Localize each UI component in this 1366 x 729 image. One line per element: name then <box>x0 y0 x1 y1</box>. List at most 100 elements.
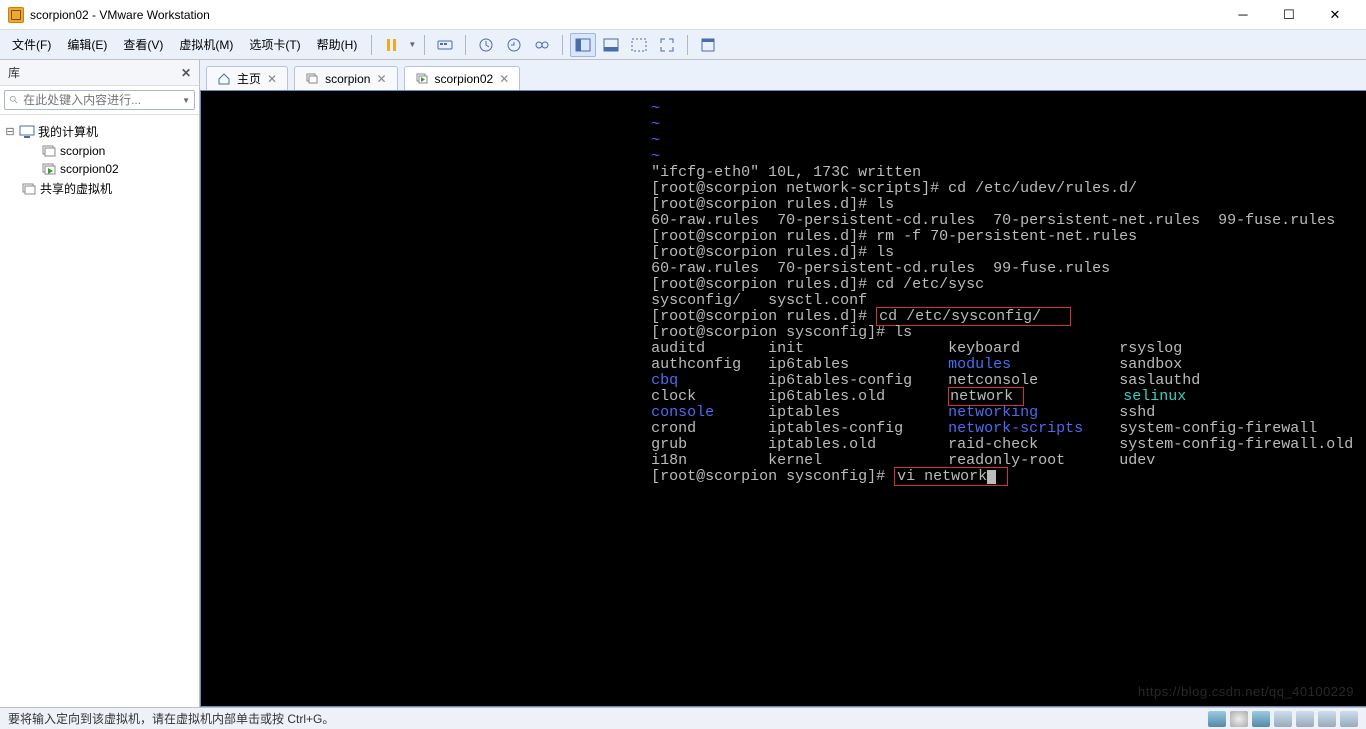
ls-entry: sandbox <box>1119 356 1182 373</box>
ls-entry: init <box>768 340 804 357</box>
message-log-icon[interactable] <box>1340 711 1358 727</box>
term-cmd: cd /etc/sysconfig/ <box>879 308 1041 325</box>
ls-entry: authconfig <box>651 356 741 373</box>
ls-entry: i18n <box>651 452 687 469</box>
tree-node-vm-scorpion02[interactable]: scorpion02 <box>4 160 195 178</box>
shared-icon <box>21 182 37 196</box>
search-box[interactable]: ▼ <box>4 90 195 110</box>
unity-button[interactable] <box>695 33 721 57</box>
view-thumbnail-button[interactable] <box>598 33 624 57</box>
menu-tabs[interactable]: 选项卡(T) <box>241 32 308 57</box>
menu-view[interactable]: 查看(V) <box>115 32 171 57</box>
tree-node-shared-vms[interactable]: 共享的虚拟机 <box>4 178 195 199</box>
term-cmd: ls <box>876 196 894 213</box>
ls-entry: grub <box>651 436 687 453</box>
ls-entry: kernel <box>768 452 822 469</box>
ls-entry: clock <box>651 388 696 405</box>
vm-console-terminal[interactable]: ~ ~ ~ ~ <box>200 90 1366 707</box>
ls-entry: sshd <box>1119 404 1155 421</box>
send-ctrl-alt-del-button[interactable] <box>432 33 458 57</box>
tab-home[interactable]: 主页 ✕ <box>206 66 288 90</box>
separator <box>371 35 372 55</box>
ls-entry: crond <box>651 420 696 437</box>
ls-entry: networking <box>948 404 1038 421</box>
menu-file[interactable]: 文件(F) <box>4 32 59 57</box>
term-prompt: [root@scorpion rules.d]# <box>651 196 876 213</box>
tab-label: scorpion <box>325 72 370 86</box>
library-sidebar: 库 ✕ ▼ ⊟ 我的计算机 scorpion scorpion02 <box>0 60 200 707</box>
menu-edit[interactable]: 编辑(E) <box>59 32 115 57</box>
fullscreen-button[interactable] <box>654 33 680 57</box>
ls-entry: ip6tables.old <box>768 388 885 405</box>
power-dropdown[interactable]: ▼ <box>406 40 418 49</box>
cd-icon[interactable] <box>1230 711 1248 727</box>
network-icon[interactable] <box>1252 711 1270 727</box>
minimize-button[interactable]: ─ <box>1220 1 1266 29</box>
tab-close-button[interactable]: ✕ <box>267 72 277 86</box>
term-text: 60-raw.rules 70-persistent-cd.rules 99-f… <box>651 260 1110 277</box>
menu-vm[interactable]: 虚拟机(M) <box>171 32 241 57</box>
ls-entry: keyboard <box>948 340 1020 357</box>
main-area: 主页 ✕ scorpion ✕ scorpion02 ✕ ~ <box>200 60 1366 707</box>
menu-help[interactable]: 帮助(H) <box>309 32 366 57</box>
ls-entry: rsyslog <box>1119 340 1182 357</box>
manage-snapshot-button[interactable] <box>529 33 555 57</box>
maximize-button[interactable]: ☐ <box>1266 1 1312 29</box>
pause-button[interactable] <box>379 33 405 57</box>
tab-scorpion02[interactable]: scorpion02 ✕ <box>404 66 521 90</box>
tree-node-vm-scorpion[interactable]: scorpion <box>4 142 195 160</box>
status-bar: 要将输入定向到该虚拟机，请在虚拟机内部单击或按 Ctrl+G。 <box>0 707 1366 729</box>
vm-icon <box>41 144 57 158</box>
vi-tilde: ~ <box>651 100 660 117</box>
library-tree: ⊟ 我的计算机 scorpion scorpion02 共享的虚拟机 <box>0 115 199 707</box>
term-cmd: cd /etc/udev/rules.d/ <box>948 180 1137 197</box>
vi-tilde: ~ <box>651 116 660 133</box>
tab-bar: 主页 ✕ scorpion ✕ scorpion02 ✕ <box>200 60 1366 90</box>
revert-snapshot-button[interactable] <box>501 33 527 57</box>
term-cmd: ls <box>876 244 894 261</box>
snapshot-button[interactable] <box>473 33 499 57</box>
ls-entry: ip6tables-config <box>768 372 912 389</box>
tree-label: scorpion02 <box>60 162 119 176</box>
search-icon <box>9 93 19 107</box>
tab-close-button[interactable]: ✕ <box>376 72 386 86</box>
close-button[interactable]: ✕ <box>1312 1 1358 29</box>
ls-entry: auditd <box>651 340 705 357</box>
watermark-text: https://blog.csdn.net/qq_40100229 <box>1138 684 1354 700</box>
tree-label: 我的计算机 <box>38 123 98 140</box>
search-dropdown-icon[interactable]: ▼ <box>178 96 190 105</box>
cursor-icon <box>987 470 996 484</box>
separator <box>424 35 425 55</box>
window-controls: ─ ☐ ✕ <box>1220 1 1358 29</box>
tab-close-button[interactable]: ✕ <box>499 72 509 86</box>
term-cmd: vi network <box>897 468 987 485</box>
ls-entry: selinux <box>1123 388 1186 405</box>
tree-label: scorpion <box>60 144 105 158</box>
usb-icon[interactable] <box>1274 711 1292 727</box>
search-input[interactable] <box>23 93 178 107</box>
ls-entry: iptables.old <box>768 436 876 453</box>
sound-icon[interactable] <box>1296 711 1314 727</box>
status-text: 要将输入定向到该虚拟机，请在虚拟机内部单击或按 Ctrl+G。 <box>8 710 334 727</box>
vmware-app-icon <box>8 7 24 23</box>
library-label: 库 <box>8 64 20 81</box>
term-text: "ifcfg-eth0" 10L, 173C written <box>651 164 921 181</box>
view-sidebar-button[interactable] <box>570 33 596 57</box>
ls-entry: modules <box>948 356 1011 373</box>
ls-entry: network-scripts <box>948 420 1083 437</box>
status-device-icons <box>1208 711 1358 727</box>
tab-scorpion[interactable]: scorpion ✕ <box>294 66 397 90</box>
view-console-button[interactable] <box>626 33 652 57</box>
sidebar-search-row: ▼ <box>0 86 199 115</box>
expand-icon[interactable]: ⊟ <box>4 125 16 138</box>
ls-entry: ip6tables <box>768 356 849 373</box>
tree-node-my-computer[interactable]: ⊟ 我的计算机 <box>4 121 195 142</box>
term-cmd: rm -f 70-persistent-net.rules <box>876 228 1137 245</box>
disk-icon[interactable] <box>1208 711 1226 727</box>
printer-icon[interactable] <box>1318 711 1336 727</box>
term-prompt: [root@scorpion rules.d]# <box>651 228 876 245</box>
term-prompt: [root@scorpion rules.d]# <box>651 244 876 261</box>
sidebar-header: 库 ✕ <box>0 60 199 86</box>
separator <box>465 35 466 55</box>
sidebar-close-button[interactable]: ✕ <box>181 66 191 80</box>
